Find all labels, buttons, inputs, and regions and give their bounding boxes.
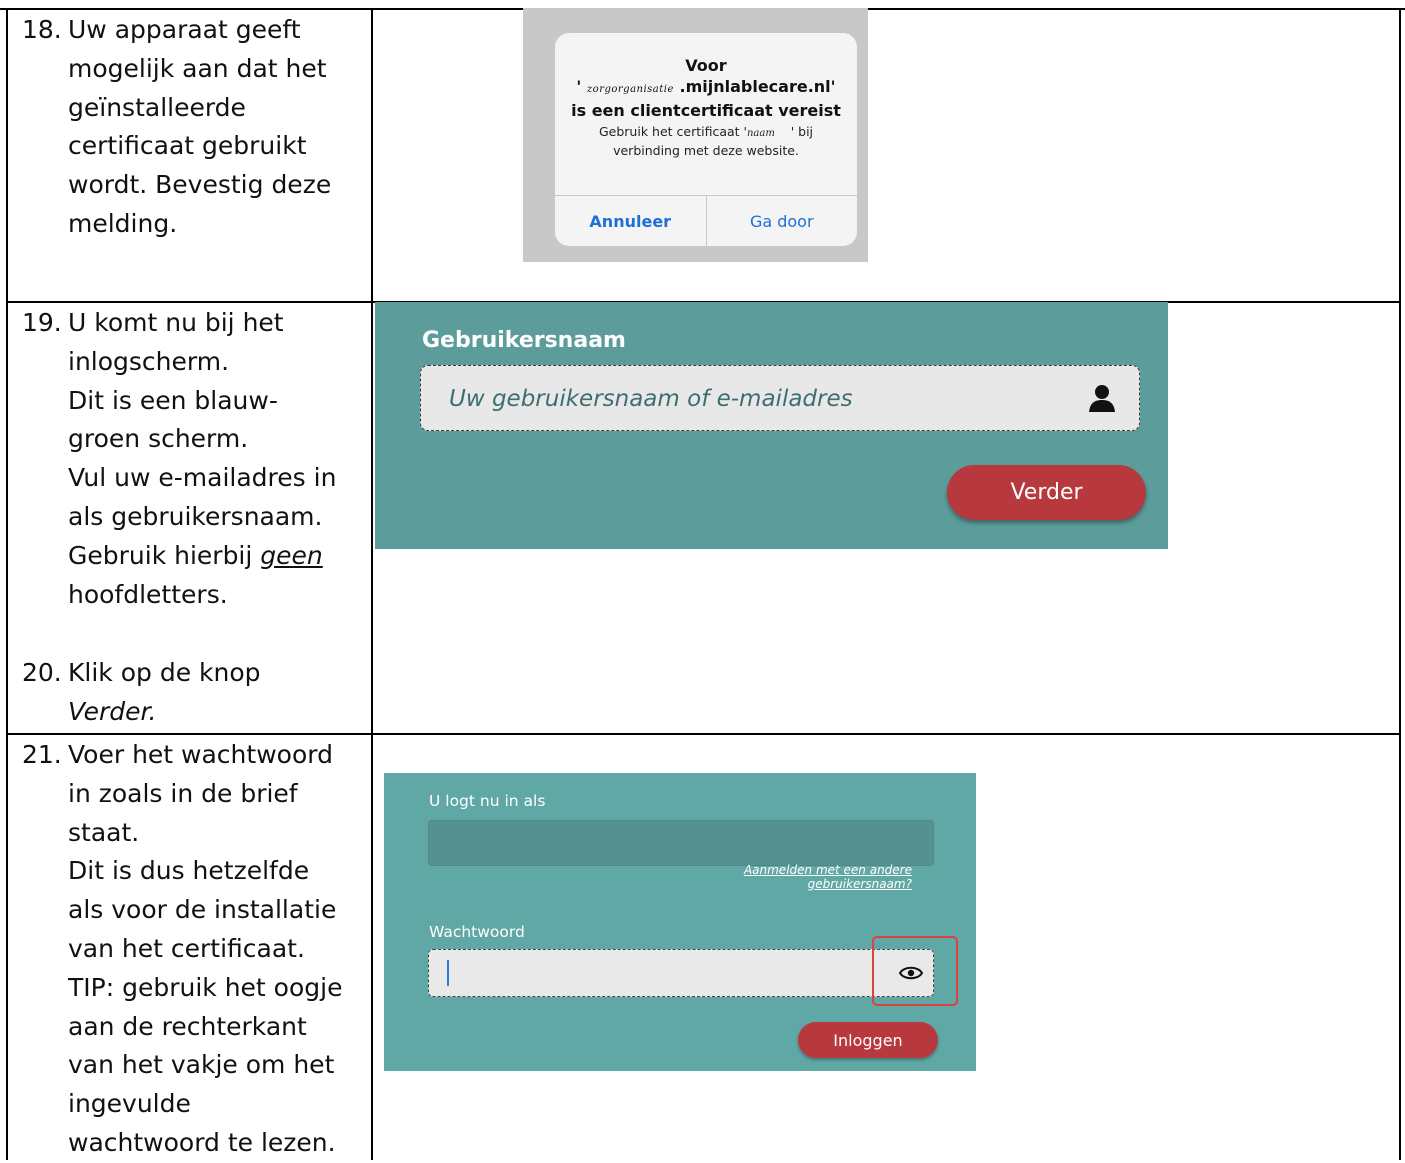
alert-button-row: Annuleer Ga door	[555, 195, 857, 246]
table-border-left	[6, 8, 8, 1160]
step-20-text: 20. Klik op de knop Verder.	[22, 654, 362, 732]
handwritten-name: naam	[746, 128, 775, 139]
logged-in-as-label: U logt nu in als	[429, 792, 546, 810]
other-username-link[interactable]: Aanmelden met een andere gebruikersnaam?	[638, 863, 912, 891]
table-border-right	[1399, 8, 1401, 1160]
inloggen-button[interactable]: Inloggen	[798, 1022, 938, 1058]
alert-subtitle: is een clientcertificaat vereist	[571, 101, 841, 120]
username-input[interactable]	[447, 380, 1071, 418]
user-icon	[1089, 385, 1115, 412]
table-row-divider	[6, 733, 1400, 735]
password-screen-screenshot: U logt nu in als Aanmelden met een ander…	[384, 773, 976, 1071]
text-caret	[447, 960, 449, 986]
step-21-text: 21. Voer het wachtwoord in zoals in de br…	[22, 736, 362, 1163]
step-number: 20.	[22, 658, 62, 687]
cancel-button[interactable]: Annuleer	[555, 196, 707, 246]
current-username-field	[428, 820, 934, 866]
password-label: Wachtwoord	[429, 923, 525, 941]
emphasis-geen: geen	[260, 540, 323, 570]
eye-highlight-box	[872, 936, 958, 1006]
password-input[interactable]	[428, 949, 934, 997]
handwritten-organisation: zorgorganisatie	[586, 84, 674, 95]
username-field	[420, 365, 1140, 431]
step-number: 18.	[22, 15, 62, 44]
certificate-alert-screenshot: Voor ' zorgorganisatie .mijnlablecare.nl…	[523, 8, 868, 262]
certificate-alert-dialog: Voor ' zorgorganisatie .mijnlablecare.nl…	[555, 33, 857, 246]
continue-button[interactable]: Ga door	[707, 196, 858, 246]
alert-message: Gebruik het certificaat 'naam ' bij	[598, 124, 814, 139]
alert-host: ' zorgorganisatie .mijnlablecare.nl'	[576, 77, 836, 96]
alert-title: Voor	[685, 56, 727, 75]
step-19-text: 19. U komt nu bij het inlogscherm. Dit is…	[22, 304, 362, 614]
table-column-divider	[371, 8, 373, 1160]
username-screen-screenshot: Gebruikersnaam Verder	[375, 302, 1168, 549]
step-number: 21.	[22, 740, 62, 769]
step-number: 19.	[22, 308, 62, 337]
verder-button[interactable]: Verder	[947, 465, 1146, 520]
alert-message-line2: verbinding met deze website.	[613, 143, 799, 158]
username-label: Gebruikersnaam	[422, 328, 626, 353]
step-18-text: 18. Uw apparaat geeft mogelijk aan dat he…	[22, 11, 362, 244]
